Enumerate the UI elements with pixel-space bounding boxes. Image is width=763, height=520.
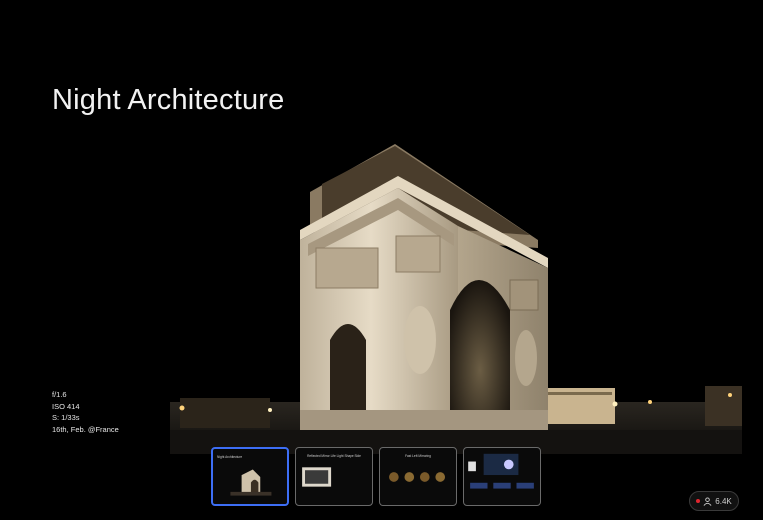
thumbnail-mirror-image bbox=[302, 467, 332, 487]
exif-shutter: S: 1/33s bbox=[52, 413, 80, 422]
likes-badge[interactable]: 6.4K bbox=[689, 491, 739, 511]
slide-stage: Night Architecture f/1.6 ISO 414 S: 1/33… bbox=[0, 0, 763, 520]
slide-title: Night Architecture bbox=[52, 84, 285, 116]
thumbnail-2[interactable]: Reflected Mirror Life Light Shape Side bbox=[295, 447, 373, 506]
thumbnail-ui-image bbox=[468, 453, 534, 489]
arc-de-triomphe-photo bbox=[170, 140, 742, 454]
exif-info: f/1.6 ISO 414 S: 1/33s 16th, Feb. @Franc… bbox=[52, 389, 119, 435]
thumbnail-3[interactable]: Fast Left Mirroring bbox=[379, 447, 457, 506]
thumbnail-1[interactable]: Night Architecture bbox=[211, 447, 289, 506]
likes-count: 6.4K bbox=[715, 496, 732, 506]
exif-aperture: f/1.6 bbox=[52, 390, 67, 399]
thumbnail-lights-image bbox=[389, 472, 446, 482]
thumbnail-4[interactable] bbox=[463, 447, 541, 506]
exif-date-location: 16th, Feb. @France bbox=[52, 424, 119, 434]
person-icon bbox=[703, 496, 712, 506]
live-dot-icon bbox=[696, 499, 701, 503]
exif-iso: ISO 414 bbox=[52, 401, 80, 411]
thumbnail-arch-image bbox=[230, 469, 272, 496]
slide-thumbnail-strip: Night Architecture Reflected Mirror Life… bbox=[211, 447, 541, 507]
